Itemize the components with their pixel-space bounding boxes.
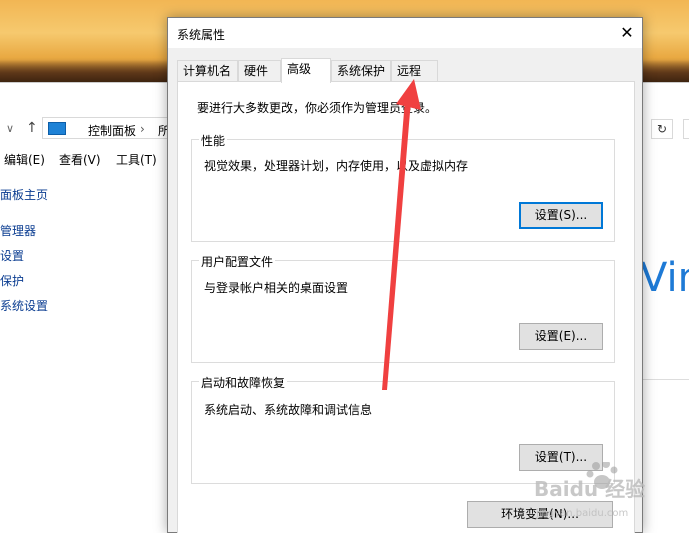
sidebar-item-advanced-settings[interactable]: 系统设置 <box>0 297 48 314</box>
up-arrow-icon[interactable]: ↑ <box>26 120 38 136</box>
performance-group: 性能 视觉效果，处理器计划，内存使用，以及虚拟内存 设置(S)... <box>191 132 615 242</box>
sidebar-item-system-protection[interactable]: 保护 <box>0 272 24 289</box>
watermark-text: Baidu 经验 <box>534 477 645 501</box>
group-description: 系统启动、系统故障和调试信息 <box>204 403 373 417</box>
performance-settings-button[interactable]: 设置(S)... <box>519 202 603 229</box>
tab-system-protection[interactable]: 系统保护 <box>331 60 391 82</box>
refresh-icon[interactable]: ↻ <box>651 119 673 139</box>
baidu-watermark: Baidu 经验 jingyan.baidu.com <box>534 462 645 519</box>
tab-computer-name[interactable]: 计算机名 <box>177 60 238 82</box>
close-icon[interactable]: ✕ <box>612 18 642 48</box>
sidebar-item-remote-settings[interactable]: 设置 <box>0 247 24 264</box>
breadcrumb-separator-icon: › <box>140 122 145 136</box>
menu-tools[interactable]: 工具(T) <box>116 151 157 168</box>
chevron-down-icon[interactable]: ∨ <box>6 122 14 135</box>
dialog-title: 系统属性 <box>177 28 226 42</box>
title-bar: 系统属性 ✕ <box>168 18 642 48</box>
search-box[interactable] <box>683 119 689 139</box>
group-label: 用户配置文件 <box>199 253 276 270</box>
group-description: 与登录帐户相关的桌面设置 <box>204 281 349 295</box>
sidebar-item-device-manager[interactable]: 管理器 <box>0 222 36 239</box>
user-profiles-settings-button[interactable]: 设置(E)... <box>519 323 603 350</box>
divider <box>643 379 689 380</box>
system-properties-dialog: 系统属性 ✕ 计算机名 硬件 高级 系统保护 远程 要进行大多数更改，你必须作为… <box>167 17 643 533</box>
sidebar-item-home[interactable]: 面板主页 <box>0 186 48 203</box>
computer-icon <box>48 122 66 135</box>
tab-advanced[interactable]: 高级 <box>281 58 331 83</box>
tab-hardware[interactable]: 硬件 <box>238 60 281 82</box>
group-label: 性能 <box>199 132 228 149</box>
user-profiles-group: 用户配置文件 与登录帐户相关的桌面设置 设置(E)... <box>191 253 615 363</box>
tab-remote[interactable]: 远程 <box>391 60 438 82</box>
breadcrumb[interactable]: 控制面板 <box>88 122 136 139</box>
group-description: 视觉效果，处理器计划，内存使用，以及虚拟内存 <box>204 159 469 173</box>
watermark-url: jingyan.baidu.com <box>535 508 628 519</box>
windows-logo-text: Vin <box>640 255 689 301</box>
group-label: 启动和故障恢复 <box>199 374 288 391</box>
menu-view[interactable]: 查看(V) <box>59 151 101 168</box>
menu-edit[interactable]: 编辑(E) <box>4 151 45 168</box>
admin-notice: 要进行大多数更改，你必须作为管理员登录。 <box>197 101 438 115</box>
